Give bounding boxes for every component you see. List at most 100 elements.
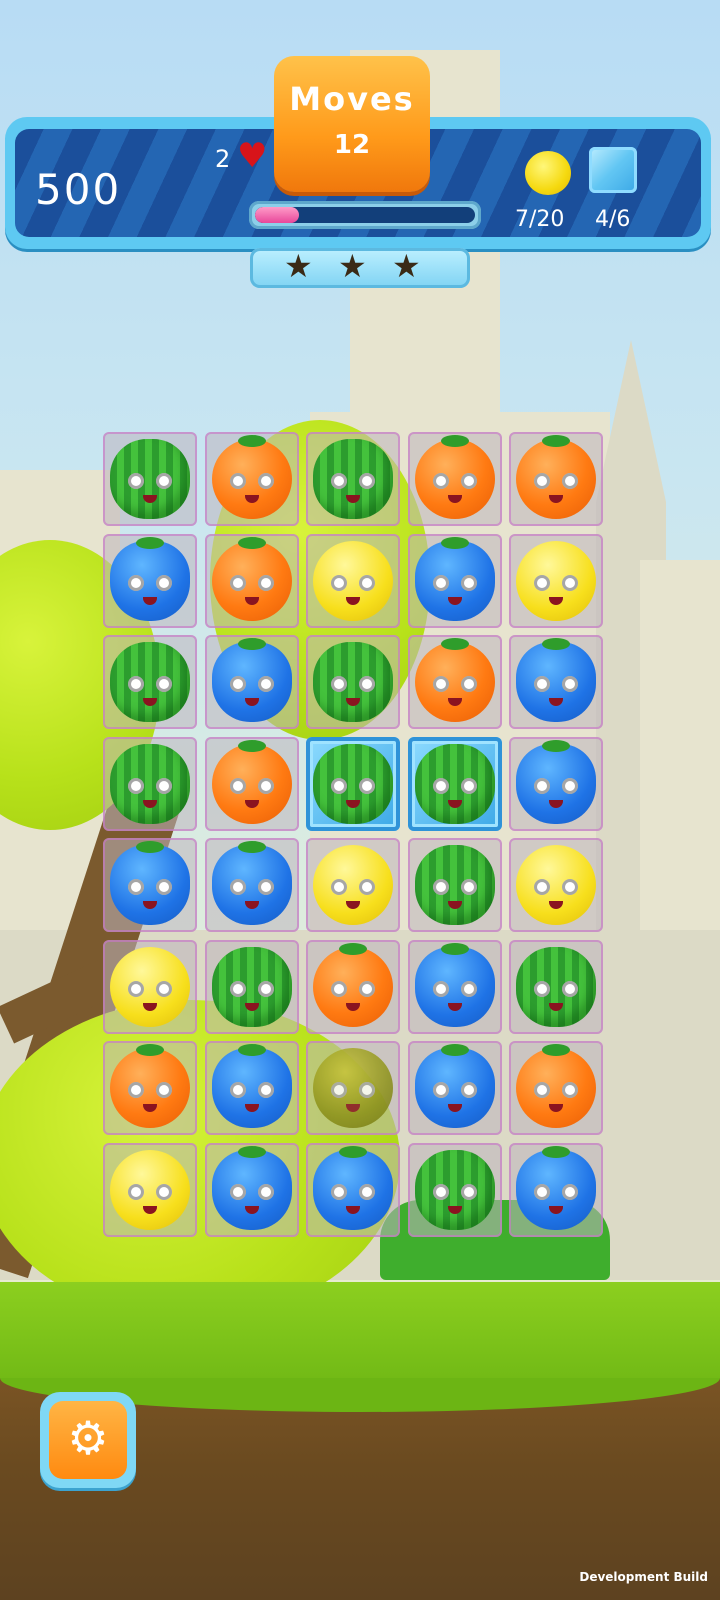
fruit-mouth [245,597,259,605]
board-cell[interactable] [103,635,197,729]
blue-fruit-tile[interactable] [516,740,596,824]
settings-button-face[interactable]: ⚙ [49,1401,127,1479]
green-fruit-tile[interactable] [313,642,393,722]
green-fruit-tile[interactable] [212,947,292,1027]
fruit-eye [461,676,477,692]
blue-fruit-tile[interactable] [415,943,495,1027]
yellow-fruit-tile[interactable] [313,541,393,621]
board-cell[interactable] [306,1143,400,1237]
board-cell[interactable] [205,838,299,932]
blue-fruit-tile[interactable] [516,1146,596,1230]
yellow-fruit-tile[interactable] [110,1150,190,1230]
green-fruit-tile[interactable] [110,744,190,824]
green-fruit-tile[interactable] [415,744,495,824]
blue-fruit-tile[interactable] [212,841,292,925]
fruit-mouth [448,597,462,605]
green-fruit-tile[interactable] [313,744,393,824]
board-cell[interactable] [408,838,502,932]
board-cell[interactable] [205,534,299,628]
yellow-fruit-tile[interactable] [516,845,596,925]
blue-fruit-tile[interactable] [110,841,190,925]
board-cell[interactable] [509,635,603,729]
board-cell[interactable] [509,1041,603,1135]
orange-fruit-tile[interactable] [516,435,596,519]
blue-fruit-tile[interactable] [415,537,495,621]
fruit-mouth [245,800,259,808]
fruit-eye [230,778,246,794]
board-cell[interactable] [205,1143,299,1237]
fruit-eye [156,981,172,997]
orange-fruit-tile[interactable] [110,1044,190,1128]
blue-fruit-tile[interactable] [110,537,190,621]
orange-fruit-tile[interactable] [415,638,495,722]
board-cell[interactable] [408,737,502,831]
board-cell[interactable] [509,432,603,526]
blue-fruit-tile[interactable] [212,1044,292,1128]
board-cell[interactable] [408,940,502,1034]
board-cell[interactable] [306,432,400,526]
board-cell[interactable] [205,635,299,729]
fruit-mouth [143,901,157,909]
green-fruit-tile[interactable] [415,1150,495,1230]
board-cell[interactable] [306,1041,400,1135]
green-fruit-tile[interactable] [313,439,393,519]
orange-fruit-tile[interactable] [415,435,495,519]
board-cell[interactable] [306,635,400,729]
board-cell[interactable] [103,838,197,932]
board-cell[interactable] [103,1041,197,1135]
fruit-eye [230,676,246,692]
fruit-mouth [245,1003,259,1011]
green-fruit-tile[interactable] [415,845,495,925]
board-cell[interactable] [408,432,502,526]
blue-fruit-tile[interactable] [313,1146,393,1230]
orange-fruit-tile[interactable] [212,740,292,824]
blue-fruit-tile[interactable] [516,638,596,722]
dim-fruit-tile[interactable] [313,1048,393,1128]
orange-fruit-tile[interactable] [516,1044,596,1128]
orange-fruit-tile[interactable] [212,537,292,621]
fruit-eye [359,1184,375,1200]
board-cell[interactable] [509,534,603,628]
yellow-fruit-tile[interactable] [110,947,190,1027]
board-cell[interactable] [103,1143,197,1237]
board-cell[interactable] [205,432,299,526]
green-fruit-tile[interactable] [110,439,190,519]
board-cell[interactable] [408,534,502,628]
fruit-mouth [245,698,259,706]
green-fruit-tile[interactable] [516,947,596,1027]
yellow-fruit-tile[interactable] [313,845,393,925]
board-cell[interactable] [509,737,603,831]
settings-button[interactable]: ⚙ [40,1392,136,1488]
board-cell[interactable] [509,838,603,932]
blue-fruit-tile[interactable] [212,638,292,722]
fruit-eye [258,575,274,591]
board-cell[interactable] [205,1041,299,1135]
board-cell[interactable] [306,737,400,831]
leaf-icon [542,1146,570,1158]
board-cell[interactable] [205,940,299,1034]
gear-icon[interactable]: ⚙ [49,1415,127,1461]
blue-fruit-tile[interactable] [212,1146,292,1230]
fruit-eye [534,473,550,489]
board-cell[interactable] [408,635,502,729]
board-cell[interactable] [103,737,197,831]
board-cell[interactable] [408,1041,502,1135]
board-cell[interactable] [509,940,603,1034]
fruit-mouth [245,1104,259,1112]
board-cell[interactable] [306,838,400,932]
yellow-fruit-tile[interactable] [516,541,596,621]
fruit-eye [433,676,449,692]
board-cell[interactable] [306,940,400,1034]
board-cell[interactable] [103,940,197,1034]
board-cell[interactable] [408,1143,502,1237]
fruit-mouth [549,1206,563,1214]
board-cell[interactable] [509,1143,603,1237]
board-cell[interactable] [103,432,197,526]
board-cell[interactable] [103,534,197,628]
orange-fruit-tile[interactable] [212,435,292,519]
board-cell[interactable] [205,737,299,831]
orange-fruit-tile[interactable] [313,943,393,1027]
blue-fruit-tile[interactable] [415,1044,495,1128]
green-fruit-tile[interactable] [110,642,190,722]
board-cell[interactable] [306,534,400,628]
